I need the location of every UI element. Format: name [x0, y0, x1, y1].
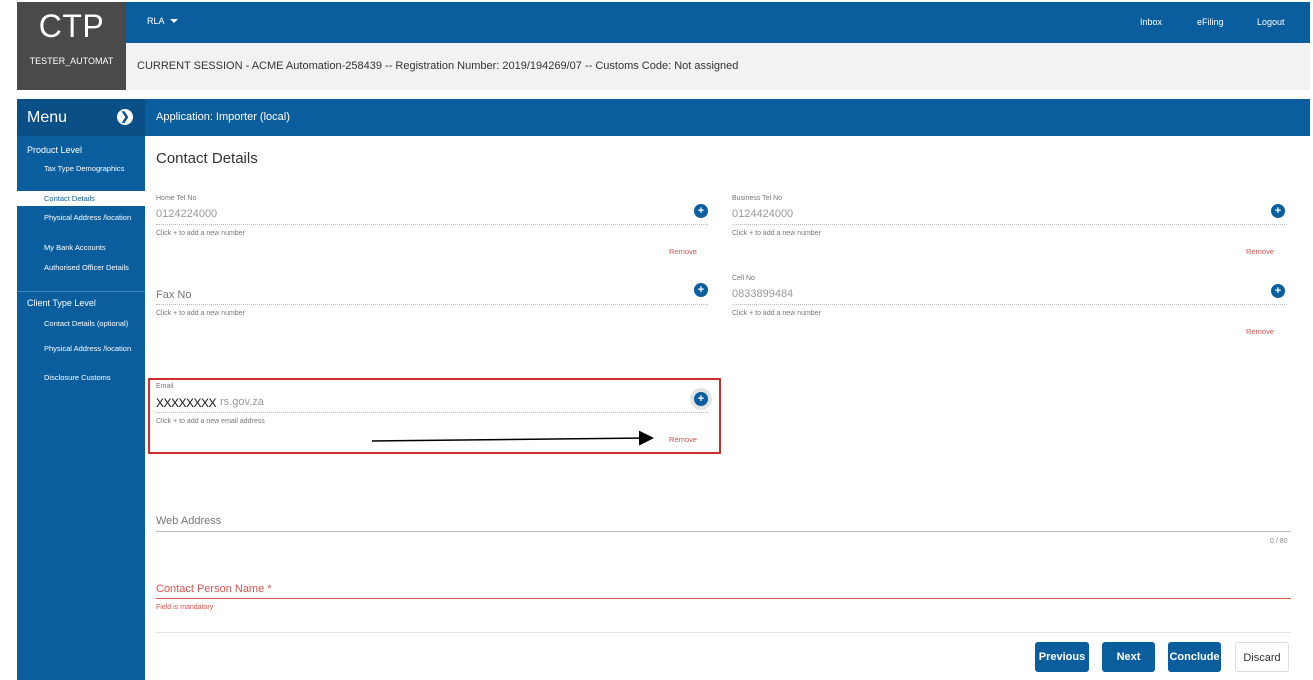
previous-button[interactable]: Previous [1035, 642, 1089, 672]
footer-divider [156, 632, 1291, 633]
inbox-link[interactable]: Inbox [1140, 17, 1162, 27]
next-button[interactable]: Next [1102, 642, 1155, 672]
web-address-input[interactable]: Web Address [156, 515, 221, 527]
contact-person-input[interactable]: Contact Person Name * [156, 583, 272, 595]
discard-button[interactable]: Discard [1235, 642, 1289, 672]
client-type-level-heading: Client Type Level [27, 298, 96, 308]
conclude-button[interactable]: Conclude [1168, 642, 1221, 672]
sidebar-item-physical-address[interactable]: Physical Address /location [44, 213, 142, 222]
sidebar-item-bank-accounts[interactable]: My Bank Accounts [44, 243, 142, 252]
arrow-circle-icon[interactable]: ❯ [117, 109, 133, 125]
menu-title: Menu [27, 109, 68, 126]
sidebar-menu: Menu ❯ Product Level Tax Type Demographi… [17, 99, 145, 680]
menu-divider [17, 291, 145, 292]
product-level-heading: Product Level [27, 145, 83, 155]
sidebar-item-tax-type-demographics[interactable]: Tax Type Demographics [44, 164, 142, 173]
application-title: Application: Importer (local) [156, 111, 290, 123]
sidebar-item-contact-details-optional[interactable]: Contact Details (optional) [44, 319, 142, 328]
sidebar-item-physical-address-client[interactable]: Physical Address /location [44, 344, 142, 353]
contact-person-underline [156, 598, 1291, 599]
web-address-counter: 0 / 80 [1270, 538, 1288, 545]
sidebar-item-authorised-officer[interactable]: Authorised Officer Details [44, 263, 142, 272]
application-bar: Application: Importer (local) [145, 99, 1310, 136]
rla-dropdown[interactable]: RLA [147, 16, 178, 26]
session-bar: CURRENT SESSION - ACME Automation-258439… [126, 43, 1310, 90]
app-logo: CTP [38, 8, 105, 44]
efiling-link[interactable]: eFiling [1197, 17, 1224, 27]
session-info: CURRENT SESSION - ACME Automation-258439… [137, 60, 739, 72]
rla-label: RLA [147, 16, 165, 26]
username: TESTER_AUTOMAT [29, 56, 114, 66]
top-navbar: RLA Inbox eFiling Logout [126, 2, 1310, 43]
logout-link[interactable]: Logout [1257, 17, 1285, 27]
caret-down-icon [169, 19, 178, 23]
contact-person-error: Field is mandatory [156, 604, 214, 611]
menu-header: Menu ❯ [17, 99, 145, 136]
web-address-underline [156, 531, 1291, 532]
sidebar-item-disclosure-customs[interactable]: Disclosure Customs [44, 373, 142, 382]
sidebar-item-contact-details[interactable]: Contact Details [17, 191, 145, 206]
main-content: Contact Details Home Tel No 0124224000 C… [145, 136, 1310, 680]
logo-box: CTP TESTER_AUTOMAT [17, 2, 126, 90]
